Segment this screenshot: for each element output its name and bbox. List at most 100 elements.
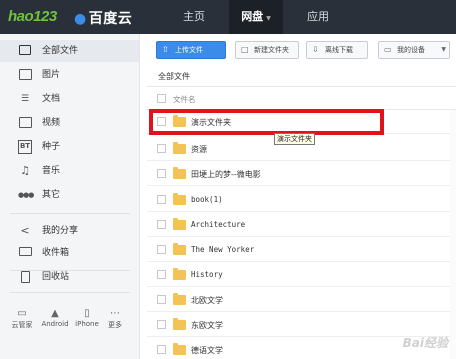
- sidebar-item-label: 其它: [42, 190, 61, 200]
- folder-icon: [173, 218, 186, 230]
- folder-icon: [173, 167, 186, 179]
- upload-button[interactable]: ⇧ 上传文件: [156, 41, 226, 59]
- image-icon: [18, 68, 32, 82]
- table-header: 文件名: [147, 86, 456, 110]
- sidebar-divider: [10, 292, 130, 293]
- sidebar-item-label: 收件箱: [42, 248, 70, 258]
- table-row[interactable]: History: [147, 263, 456, 287]
- row-checkbox[interactable]: [157, 295, 166, 304]
- table-row[interactable]: 北欧文学: [147, 288, 456, 312]
- monitor-icon: ▭: [17, 308, 27, 319]
- folder-icon: [18, 44, 32, 58]
- row-checkbox[interactable]: [157, 169, 166, 178]
- device-label: iPhone: [75, 320, 99, 328]
- nav-apps[interactable]: 应用: [292, 0, 344, 34]
- sidebar-item-videos[interactable]: 视频: [0, 112, 139, 134]
- sidebar-item-label: 种子: [42, 142, 61, 152]
- my-devices-button-label: 我的设备: [397, 46, 425, 54]
- upload-icon: ⇧: [162, 45, 169, 54]
- sidebar-item-my-share[interactable]: < 我的分享: [0, 220, 139, 242]
- baidu-cloud-logo[interactable]: ● 百度云: [74, 8, 132, 28]
- music-icon: ♫: [20, 164, 30, 177]
- filename-tooltip: 演示文件夹: [274, 133, 315, 145]
- chevron-down-icon: ▼: [441, 46, 446, 53]
- nav-home[interactable]: 主页: [166, 0, 222, 34]
- video-icon: [18, 116, 32, 130]
- my-devices-button[interactable]: ▭ 我的设备 ▼: [378, 41, 450, 59]
- sidebar-item-music[interactable]: ♫ 音乐: [0, 160, 139, 182]
- file-name[interactable]: 资源: [191, 144, 207, 155]
- file-name[interactable]: The New Yorker: [191, 245, 254, 254]
- vertical-scrollbar[interactable]: [450, 110, 456, 359]
- sidebar-item-images[interactable]: 图片: [0, 64, 139, 86]
- file-name[interactable]: History: [191, 270, 223, 279]
- sidebar-item-label: 音乐: [42, 166, 61, 176]
- android-icon: ▲: [51, 308, 59, 319]
- folder-icon: [173, 343, 186, 355]
- hao123-logo[interactable]: hao123: [8, 8, 57, 25]
- bt-icon: BT: [18, 140, 32, 154]
- table-row[interactable]: book(1): [147, 188, 456, 212]
- sidebar-item-inbox[interactable]: 收件箱: [0, 242, 139, 264]
- sidebar-item-torrents[interactable]: BT 种子: [0, 136, 139, 158]
- device-label: 更多: [108, 321, 122, 329]
- sidebar-item-label: 视频: [42, 118, 61, 128]
- folder-icon: [173, 243, 186, 255]
- file-name[interactable]: 田埂上的梦--微电影: [191, 169, 261, 180]
- sidebar-item-trash[interactable]: 回收站: [0, 266, 139, 288]
- nav-netdisk[interactable]: 网盘 ▼: [229, 0, 283, 34]
- row-checkbox[interactable]: [157, 195, 166, 204]
- device-cloud-manager[interactable]: ▭ 云管家: [7, 307, 37, 330]
- sidebar-item-label: 回收站: [42, 272, 70, 282]
- sidebar-item-documents[interactable]: ☰ 文档: [0, 88, 139, 110]
- column-header-filename[interactable]: 文件名: [173, 94, 196, 105]
- upload-button-label: 上传文件: [175, 46, 203, 54]
- breadcrumb[interactable]: 全部文件: [158, 71, 190, 82]
- baidu-cloud-logo-text: 百度云: [88, 11, 133, 27]
- new-folder-button[interactable]: □ 新建文件夹: [235, 41, 299, 59]
- folder-icon: [173, 293, 186, 305]
- sidebar-item-label: 全部文件: [42, 46, 79, 56]
- file-name[interactable]: 北欧文学: [191, 295, 223, 306]
- row-checkbox[interactable]: [157, 270, 166, 279]
- row-checkbox[interactable]: [157, 220, 166, 229]
- share-icon: <: [20, 224, 30, 237]
- sidebar-item-label: 文档: [42, 94, 61, 104]
- select-all-checkbox[interactable]: [157, 94, 166, 103]
- sidebar-divider: [10, 213, 130, 214]
- sidebar-item-all-files[interactable]: 全部文件: [0, 40, 139, 62]
- table-row[interactable]: 田埂上的梦--微电影: [147, 162, 456, 186]
- phone-icon: ▯: [84, 308, 90, 319]
- baidu-paw-icon: ●: [74, 11, 87, 27]
- folder-icon: [173, 142, 186, 154]
- trash-icon: [18, 270, 32, 284]
- folder-icon: [173, 268, 186, 280]
- file-name[interactable]: book(1): [191, 195, 223, 204]
- row-checkbox[interactable]: [157, 245, 166, 254]
- watermark: Bai经验: [402, 336, 448, 350]
- highlight-box: [149, 109, 384, 135]
- file-name[interactable]: 东欧文学: [191, 320, 223, 331]
- folder-icon: [173, 318, 186, 330]
- chevron-down-icon: ▼: [266, 15, 271, 22]
- sidebar: 全部文件 图片 ☰ 文档 视频 BT 种子 ♫ 音乐 ●●● 其它 < 我的分享…: [0, 34, 140, 359]
- top-bar: hao123 ● 百度云 主页 网盘 ▼ 应用: [0, 0, 456, 34]
- row-checkbox[interactable]: [157, 144, 166, 153]
- row-checkbox[interactable]: [157, 320, 166, 329]
- download-icon: ⇩: [312, 45, 319, 54]
- file-name[interactable]: 德语文学: [191, 345, 223, 356]
- offline-download-button-label: 离线下载: [325, 46, 353, 54]
- device-more[interactable]: ⋯ 更多: [100, 307, 130, 330]
- device-iphone[interactable]: ▯ iPhone: [72, 307, 102, 328]
- inbox-icon: [18, 246, 32, 260]
- sidebar-item-label: 我的分享: [42, 226, 79, 236]
- table-row[interactable]: Architecture: [147, 213, 456, 237]
- offline-download-button[interactable]: ⇩ 离线下载: [306, 41, 368, 59]
- table-row[interactable]: The New Yorker: [147, 238, 456, 262]
- file-name[interactable]: Architecture: [191, 220, 245, 229]
- device-android[interactable]: ▲ Android: [40, 307, 70, 328]
- document-icon: ☰: [20, 94, 30, 104]
- row-checkbox[interactable]: [157, 345, 166, 354]
- sidebar-item-other[interactable]: ●●● 其它: [0, 184, 139, 206]
- nav-netdisk-label: 网盘: [241, 10, 264, 23]
